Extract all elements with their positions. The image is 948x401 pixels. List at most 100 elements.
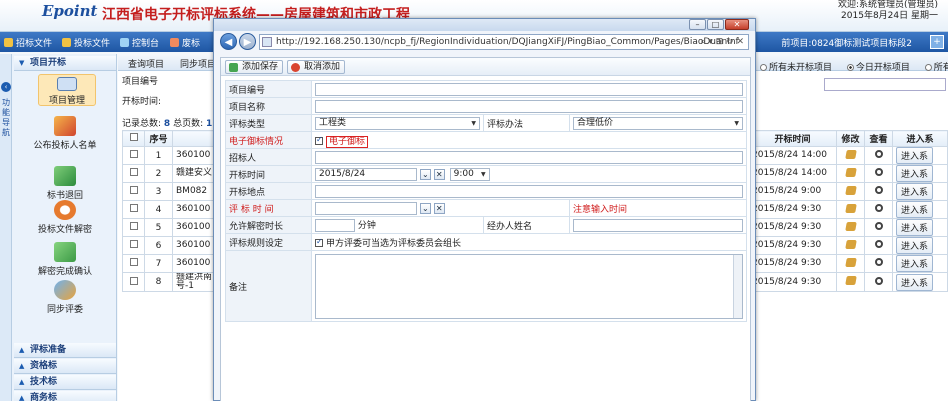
tab-sync-project[interactable]: 同步项目 bbox=[180, 57, 216, 70]
close-icon[interactable]: ✕ bbox=[725, 19, 749, 30]
sidebar-section-qualification[interactable]: ▲ 资格标 bbox=[14, 359, 116, 374]
edit-icon[interactable] bbox=[844, 221, 857, 231]
row-edit[interactable] bbox=[836, 254, 865, 273]
filter-right-input[interactable] bbox=[824, 78, 946, 91]
header-select-all[interactable] bbox=[122, 130, 145, 147]
row-select[interactable] bbox=[122, 164, 145, 183]
magnifier-icon[interactable] bbox=[874, 150, 883, 158]
menu-item-console[interactable]: 控制台 bbox=[120, 36, 159, 49]
enter-system-button[interactable]: 进入系 bbox=[896, 273, 934, 291]
date-dropdown-icon[interactable]: ⌄ bbox=[419, 202, 431, 214]
maximize-icon[interactable]: □ bbox=[707, 19, 724, 30]
row-select[interactable] bbox=[122, 272, 145, 292]
date-clear-icon[interactable]: ✕ bbox=[433, 168, 445, 180]
magnifier-icon[interactable] bbox=[874, 186, 883, 194]
row-edit[interactable] bbox=[836, 200, 865, 219]
enter-system-button[interactable]: 进入系 bbox=[896, 165, 934, 182]
row-select[interactable] bbox=[122, 146, 145, 165]
sidebar-item-decrypt-confirm[interactable]: 解密完成确认 bbox=[14, 242, 116, 277]
enter-system-button[interactable]: 进入系 bbox=[896, 255, 934, 272]
row-view[interactable] bbox=[864, 164, 893, 183]
tenderer-input[interactable] bbox=[315, 150, 743, 164]
enter-system-button[interactable]: 进入系 bbox=[896, 147, 934, 164]
eval-method-select[interactable]: 合理低价 bbox=[573, 116, 743, 130]
back-icon[interactable]: ◀ bbox=[220, 33, 237, 50]
radio-all-unopened[interactable]: 所有未开标项目 bbox=[760, 63, 838, 73]
function-nav-tab[interactable]: ‹ 功能导航 bbox=[0, 54, 12, 401]
magnifier-icon[interactable] bbox=[874, 240, 883, 248]
edit-icon[interactable] bbox=[844, 239, 857, 249]
magnifier-icon[interactable] bbox=[874, 204, 883, 212]
tab-query-project[interactable]: 查询项目 bbox=[128, 57, 164, 70]
collapse-arrow-icon[interactable]: ‹ bbox=[1, 82, 11, 92]
row-edit[interactable] bbox=[836, 236, 865, 255]
row-view[interactable] bbox=[864, 182, 893, 201]
magnifier-icon[interactable] bbox=[874, 276, 883, 285]
radio-all-opened[interactable]: 所有已开标 bbox=[924, 63, 948, 73]
checkbox[interactable] bbox=[129, 186, 138, 194]
agent-name-input[interactable] bbox=[573, 218, 743, 232]
cancel-add-button[interactable]: 取消添加 bbox=[287, 60, 346, 74]
checkbox[interactable] bbox=[129, 133, 138, 141]
forward-icon[interactable]: ▶ bbox=[239, 33, 256, 50]
project-name-input[interactable] bbox=[315, 99, 743, 113]
textarea-scrollbar[interactable] bbox=[733, 254, 742, 318]
edit-icon[interactable] bbox=[844, 185, 857, 195]
row-select[interactable] bbox=[122, 218, 145, 237]
eval-time-input[interactable] bbox=[315, 201, 417, 215]
row-select[interactable] bbox=[122, 254, 145, 273]
enter-system-button[interactable]: 进入系 bbox=[896, 237, 934, 254]
sidebar-item-sync-reviewers[interactable]: 同步评委 bbox=[14, 280, 116, 315]
rule-checkbox[interactable] bbox=[315, 237, 323, 247]
edit-icon[interactable] bbox=[844, 203, 857, 213]
radio-today[interactable]: 今日开标项目 bbox=[846, 63, 916, 73]
sidebar-section-bid-opening[interactable]: ▼ 项目开标 bbox=[14, 56, 116, 71]
row-edit[interactable] bbox=[836, 182, 865, 201]
row-view[interactable] bbox=[864, 254, 893, 273]
row-select[interactable] bbox=[122, 200, 145, 219]
checkbox[interactable] bbox=[129, 240, 138, 248]
checkbox[interactable] bbox=[129, 258, 138, 266]
open-place-input[interactable] bbox=[315, 184, 743, 198]
row-select[interactable] bbox=[122, 182, 145, 201]
edit-icon[interactable] bbox=[844, 149, 857, 159]
remark-textarea[interactable] bbox=[315, 253, 743, 319]
enter-system-button[interactable]: 进入系 bbox=[896, 183, 934, 200]
magnifier-icon[interactable] bbox=[874, 222, 883, 230]
checkbox[interactable] bbox=[129, 150, 138, 158]
project-no-input[interactable] bbox=[315, 82, 743, 96]
open-date-input[interactable]: 2015/8/24 bbox=[315, 167, 417, 181]
row-view[interactable] bbox=[864, 236, 893, 255]
checkbox[interactable] bbox=[129, 276, 138, 285]
magnifier-icon[interactable] bbox=[874, 168, 883, 176]
magnifier-icon[interactable] bbox=[874, 258, 883, 266]
row-edit[interactable] bbox=[836, 164, 865, 183]
e-bid-checkbox[interactable] bbox=[315, 135, 323, 145]
sidebar-section-eval-prep[interactable]: ▲ 评标准备 bbox=[14, 343, 116, 358]
sidebar-item-return-bid[interactable]: 标书退回 bbox=[14, 166, 116, 201]
expand-icon[interactable]: + bbox=[930, 35, 944, 49]
eval-type-select[interactable]: 工程类 bbox=[315, 116, 480, 130]
row-view[interactable] bbox=[864, 272, 893, 292]
url-field[interactable]: http://192.168.250.130/ncpb_fj/RegionInd… bbox=[259, 34, 749, 50]
decrypt-duration-input[interactable] bbox=[315, 219, 355, 232]
date-dropdown-icon[interactable]: ⌄ bbox=[419, 168, 431, 180]
row-select[interactable] bbox=[122, 236, 145, 255]
menu-item-void-bid[interactable]: 废标 bbox=[170, 36, 200, 49]
row-edit[interactable] bbox=[836, 272, 865, 292]
checkbox[interactable] bbox=[129, 168, 138, 176]
row-edit[interactable] bbox=[836, 146, 865, 165]
sidebar-item-publish-bidders[interactable]: 公布投标人名单 bbox=[14, 116, 116, 151]
row-view[interactable] bbox=[864, 200, 893, 219]
open-hour-select[interactable]: 9:00 bbox=[449, 167, 490, 181]
edit-icon[interactable] bbox=[844, 167, 857, 177]
edit-icon[interactable] bbox=[844, 257, 857, 267]
checkbox[interactable] bbox=[129, 204, 138, 212]
checkbox[interactable] bbox=[129, 222, 138, 230]
row-view[interactable] bbox=[864, 218, 893, 237]
row-view[interactable] bbox=[864, 146, 893, 165]
edit-icon[interactable] bbox=[844, 276, 857, 285]
row-edit[interactable] bbox=[836, 218, 865, 237]
date-clear-icon[interactable]: ✕ bbox=[433, 202, 445, 214]
menu-item-bid-files[interactable]: 投标文件 bbox=[62, 36, 110, 49]
